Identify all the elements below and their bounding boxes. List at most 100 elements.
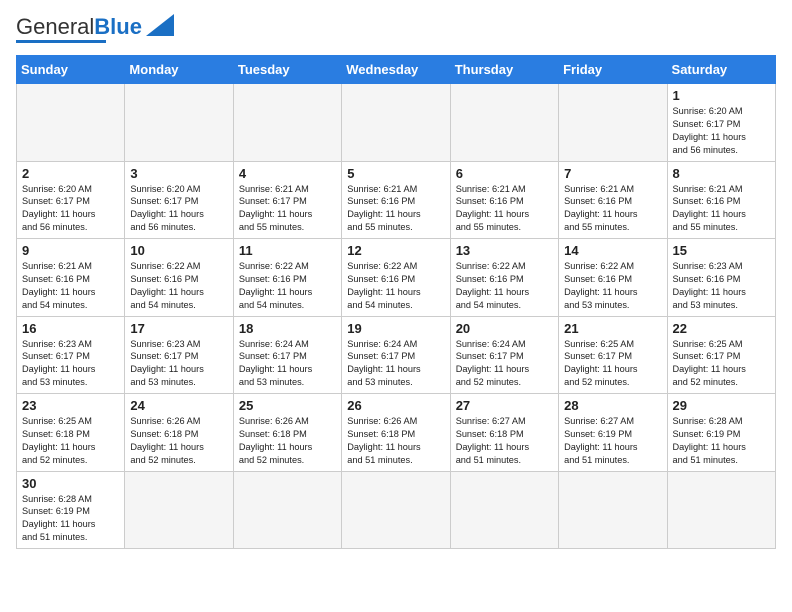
- day-info: Sunrise: 6:22 AM Sunset: 6:16 PM Dayligh…: [456, 260, 553, 312]
- logo: GeneralBlue: [16, 16, 174, 43]
- calendar-cell: 28 Sunrise: 6:27 AM Sunset: 6:19 PM Dayli…: [559, 394, 667, 472]
- calendar-cell: 26 Sunrise: 6:26 AM Sunset: 6:18 PM Dayli…: [342, 394, 450, 472]
- calendar-cell: [450, 84, 558, 162]
- day-info: Sunrise: 6:22 AM Sunset: 6:16 PM Dayligh…: [347, 260, 444, 312]
- day-number: 9: [22, 243, 119, 258]
- calendar-cell: 3 Sunrise: 6:20 AM Sunset: 6:17 PM Daylig…: [125, 161, 233, 239]
- calendar-cell: [342, 471, 450, 549]
- day-number: 30: [22, 476, 119, 491]
- col-header-sunday: Sunday: [17, 56, 125, 84]
- calendar-cell: 17 Sunrise: 6:23 AM Sunset: 6:17 PM Dayli…: [125, 316, 233, 394]
- day-info: Sunrise: 6:20 AM Sunset: 6:17 PM Dayligh…: [673, 105, 770, 157]
- day-number: 2: [22, 166, 119, 181]
- calendar-cell: 9 Sunrise: 6:21 AM Sunset: 6:16 PM Daylig…: [17, 239, 125, 317]
- day-info: Sunrise: 6:23 AM Sunset: 6:17 PM Dayligh…: [22, 338, 119, 390]
- day-number: 27: [456, 398, 553, 413]
- day-info: Sunrise: 6:23 AM Sunset: 6:16 PM Dayligh…: [673, 260, 770, 312]
- day-info: Sunrise: 6:23 AM Sunset: 6:17 PM Dayligh…: [130, 338, 227, 390]
- calendar-cell: 14 Sunrise: 6:22 AM Sunset: 6:16 PM Dayli…: [559, 239, 667, 317]
- col-header-friday: Friday: [559, 56, 667, 84]
- day-number: 21: [564, 321, 661, 336]
- day-info: Sunrise: 6:27 AM Sunset: 6:19 PM Dayligh…: [564, 415, 661, 467]
- calendar-cell: 23 Sunrise: 6:25 AM Sunset: 6:18 PM Dayli…: [17, 394, 125, 472]
- day-info: Sunrise: 6:26 AM Sunset: 6:18 PM Dayligh…: [130, 415, 227, 467]
- calendar-cell: 25Sunrise: 6:26 AM Sunset: 6:18 PM Dayli…: [233, 394, 341, 472]
- day-info: Sunrise: 6:24 AM Sunset: 6:17 PM Dayligh…: [347, 338, 444, 390]
- day-number: 24: [130, 398, 227, 413]
- day-number: 19: [347, 321, 444, 336]
- calendar-cell: 22Sunrise: 6:25 AM Sunset: 6:17 PM Dayli…: [667, 316, 775, 394]
- calendar-cell: [17, 84, 125, 162]
- calendar-cell: 18Sunrise: 6:24 AM Sunset: 6:17 PM Dayli…: [233, 316, 341, 394]
- day-number: 11: [239, 243, 336, 258]
- calendar-cell: 11 Sunrise: 6:22 AM Sunset: 6:16 PM Dayli…: [233, 239, 341, 317]
- week-row-3: 16 Sunrise: 6:23 AM Sunset: 6:17 PM Dayli…: [17, 316, 776, 394]
- calendar-cell: 30Sunrise: 6:28 AM Sunset: 6:19 PM Dayli…: [17, 471, 125, 549]
- calendar-cell: 20Sunrise: 6:24 AM Sunset: 6:17 PM Dayli…: [450, 316, 558, 394]
- day-number: 26: [347, 398, 444, 413]
- calendar-cell: 29 Sunrise: 6:28 AM Sunset: 6:19 PM Dayli…: [667, 394, 775, 472]
- day-number: 14: [564, 243, 661, 258]
- logo-icon: [146, 14, 174, 36]
- day-number: 29: [673, 398, 770, 413]
- day-info: Sunrise: 6:25 AM Sunset: 6:17 PM Dayligh…: [564, 338, 661, 390]
- calendar-cell: 12 Sunrise: 6:22 AM Sunset: 6:16 PM Dayli…: [342, 239, 450, 317]
- day-number: 10: [130, 243, 227, 258]
- day-info: Sunrise: 6:21 AM Sunset: 6:16 PM Dayligh…: [22, 260, 119, 312]
- week-row-4: 23 Sunrise: 6:25 AM Sunset: 6:18 PM Dayli…: [17, 394, 776, 472]
- day-info: Sunrise: 6:22 AM Sunset: 6:16 PM Dayligh…: [564, 260, 661, 312]
- day-number: 8: [673, 166, 770, 181]
- day-number: 28: [564, 398, 661, 413]
- logo-general: General: [16, 14, 94, 39]
- header: GeneralBlue: [16, 16, 776, 43]
- calendar-header-row: SundayMondayTuesdayWednesdayThursdayFrid…: [17, 56, 776, 84]
- calendar-cell: [125, 471, 233, 549]
- calendar-cell: [559, 471, 667, 549]
- calendar-cell: 21 Sunrise: 6:25 AM Sunset: 6:17 PM Dayli…: [559, 316, 667, 394]
- day-number: 25: [239, 398, 336, 413]
- calendar-cell: [233, 84, 341, 162]
- col-header-thursday: Thursday: [450, 56, 558, 84]
- day-info: Sunrise: 6:26 AM Sunset: 6:18 PM Dayligh…: [347, 415, 444, 467]
- calendar-cell: 6 Sunrise: 6:21 AM Sunset: 6:16 PM Daylig…: [450, 161, 558, 239]
- day-number: 15: [673, 243, 770, 258]
- col-header-saturday: Saturday: [667, 56, 775, 84]
- week-row-1: 2 Sunrise: 6:20 AM Sunset: 6:17 PM Daylig…: [17, 161, 776, 239]
- calendar-cell: 1 Sunrise: 6:20 AM Sunset: 6:17 PM Daylig…: [667, 84, 775, 162]
- week-row-5: 30Sunrise: 6:28 AM Sunset: 6:19 PM Dayli…: [17, 471, 776, 549]
- calendar-table: SundayMondayTuesdayWednesdayThursdayFrid…: [16, 55, 776, 549]
- day-number: 17: [130, 321, 227, 336]
- calendar-cell: 16 Sunrise: 6:23 AM Sunset: 6:17 PM Dayli…: [17, 316, 125, 394]
- calendar-cell: 24 Sunrise: 6:26 AM Sunset: 6:18 PM Dayli…: [125, 394, 233, 472]
- day-info: Sunrise: 6:24 AM Sunset: 6:17 PM Dayligh…: [239, 338, 336, 390]
- day-number: 7: [564, 166, 661, 181]
- calendar-cell: 13Sunrise: 6:22 AM Sunset: 6:16 PM Dayli…: [450, 239, 558, 317]
- calendar-cell: 4Sunrise: 6:21 AM Sunset: 6:17 PM Daylig…: [233, 161, 341, 239]
- day-info: Sunrise: 6:20 AM Sunset: 6:17 PM Dayligh…: [22, 183, 119, 235]
- day-info: Sunrise: 6:20 AM Sunset: 6:17 PM Dayligh…: [130, 183, 227, 235]
- day-info: Sunrise: 6:25 AM Sunset: 6:18 PM Dayligh…: [22, 415, 119, 467]
- calendar-cell: 2 Sunrise: 6:20 AM Sunset: 6:17 PM Daylig…: [17, 161, 125, 239]
- day-number: 4: [239, 166, 336, 181]
- day-info: Sunrise: 6:21 AM Sunset: 6:16 PM Dayligh…: [673, 183, 770, 235]
- day-number: 1: [673, 88, 770, 103]
- col-header-wednesday: Wednesday: [342, 56, 450, 84]
- day-info: Sunrise: 6:28 AM Sunset: 6:19 PM Dayligh…: [673, 415, 770, 467]
- day-info: Sunrise: 6:21 AM Sunset: 6:16 PM Dayligh…: [564, 183, 661, 235]
- day-number: 3: [130, 166, 227, 181]
- day-number: 6: [456, 166, 553, 181]
- calendar-cell: [450, 471, 558, 549]
- day-number: 16: [22, 321, 119, 336]
- logo-underline: [16, 40, 106, 43]
- day-info: Sunrise: 6:22 AM Sunset: 6:16 PM Dayligh…: [239, 260, 336, 312]
- day-info: Sunrise: 6:21 AM Sunset: 6:16 PM Dayligh…: [456, 183, 553, 235]
- day-number: 12: [347, 243, 444, 258]
- day-info: Sunrise: 6:27 AM Sunset: 6:18 PM Dayligh…: [456, 415, 553, 467]
- day-number: 5: [347, 166, 444, 181]
- calendar-cell: 19 Sunrise: 6:24 AM Sunset: 6:17 PM Dayli…: [342, 316, 450, 394]
- day-number: 22: [673, 321, 770, 336]
- day-info: Sunrise: 6:22 AM Sunset: 6:16 PM Dayligh…: [130, 260, 227, 312]
- calendar-cell: 7 Sunrise: 6:21 AM Sunset: 6:16 PM Daylig…: [559, 161, 667, 239]
- calendar-cell: [342, 84, 450, 162]
- day-number: 23: [22, 398, 119, 413]
